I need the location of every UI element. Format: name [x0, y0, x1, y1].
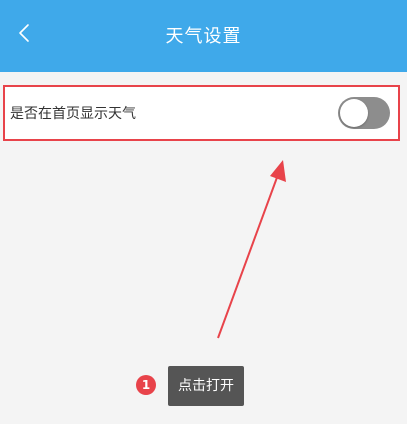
arrow-line — [217, 171, 280, 339]
arrow-head — [270, 160, 286, 182]
page-title: 天气设置 — [165, 26, 242, 47]
show-weather-label: 是否在首页显示天气 — [10, 106, 136, 122]
step-badge: 1 — [136, 375, 156, 395]
toggle-knob — [340, 99, 368, 127]
tip-label: 点击打开 — [168, 366, 244, 406]
show-weather-setting-row: 是否在首页显示天气 — [3, 85, 400, 141]
top-navigation-bar: 天气设置 — [0, 0, 407, 72]
show-weather-toggle[interactable] — [338, 97, 390, 129]
weather-settings-screen: 天气设置 是否在首页显示天气 1 点击打开 — [0, 0, 407, 424]
